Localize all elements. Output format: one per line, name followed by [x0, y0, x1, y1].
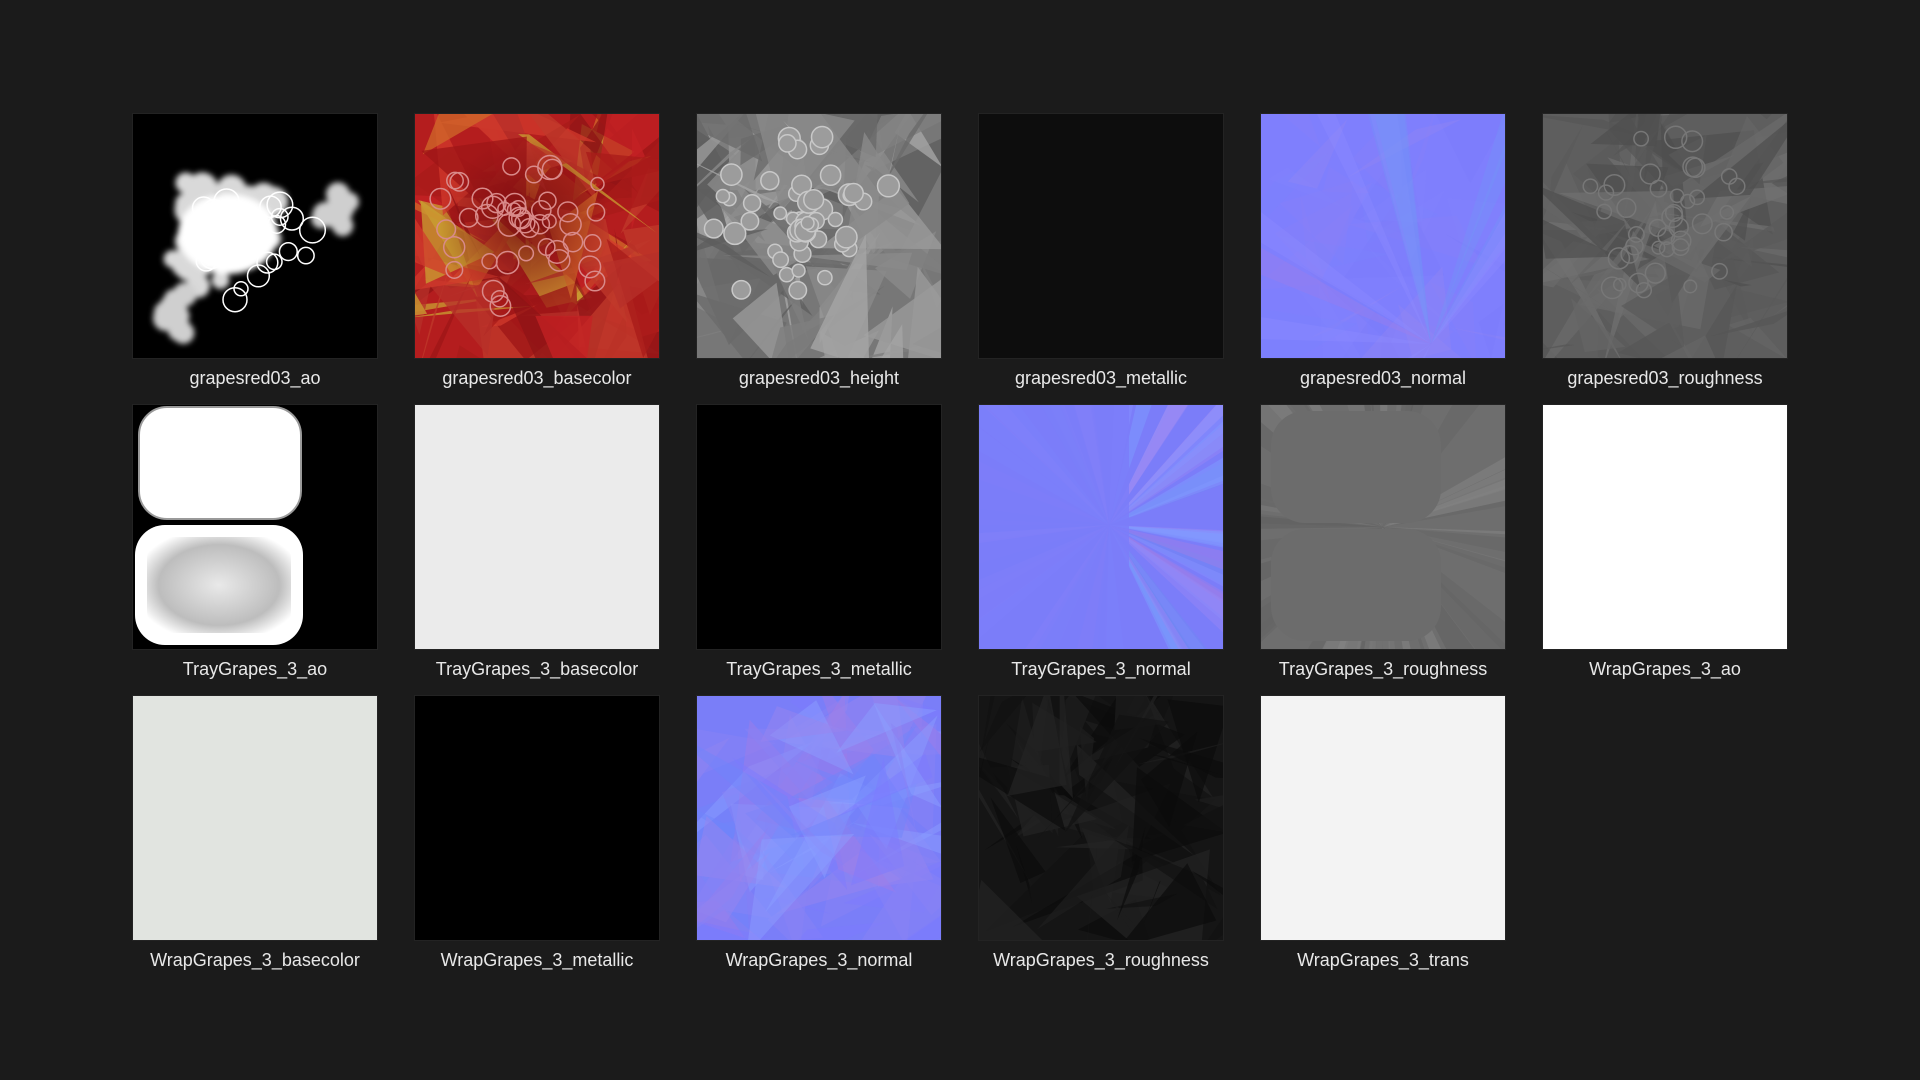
thumbnail-image: [133, 114, 377, 358]
thumbnail-image: [1543, 114, 1787, 358]
texture-thumbnail: [133, 405, 377, 649]
file-name-label: TrayGrapes_3_basecolor: [435, 659, 639, 679]
texture-thumbnail: [1261, 696, 1505, 940]
thumbnail-image: [1261, 114, 1505, 358]
file-name-label: grapesred03_basecolor: [442, 368, 632, 388]
file-tile[interactable]: TrayGrapes_3_ao: [133, 405, 377, 696]
file-tile[interactable]: TrayGrapes_3_normal: [979, 405, 1223, 696]
file-tile[interactable]: grapesred03_height: [697, 114, 941, 405]
thumbnail-image: [133, 696, 377, 940]
thumbnail-image: [979, 405, 1223, 649]
texture-thumbnail: [1261, 405, 1505, 649]
file-name-label: grapesred03_roughness: [1567, 368, 1763, 388]
file-tile[interactable]: WrapGrapes_3_normal: [697, 696, 941, 987]
file-tile[interactable]: WrapGrapes_3_ao: [1543, 405, 1787, 696]
texture-thumbnail: [1543, 114, 1787, 358]
file-tile[interactable]: WrapGrapes_3_metallic: [415, 696, 659, 987]
file-name-label: TrayGrapes_3_ao: [182, 659, 328, 679]
thumbnail-image: [415, 405, 659, 649]
texture-thumbnail: [979, 405, 1223, 649]
file-name-label: WrapGrapes_3_ao: [1589, 659, 1741, 679]
file-name-label: WrapGrapes_3_trans: [1297, 950, 1469, 970]
texture-thumbnail: [979, 114, 1223, 358]
thumbnail-image: [415, 114, 659, 358]
file-tile[interactable]: WrapGrapes_3_roughness: [979, 696, 1223, 987]
texture-thumbnail: [415, 696, 659, 940]
texture-thumbnail: [1543, 405, 1787, 649]
texture-thumbnail: [415, 405, 659, 649]
thumbnail-image: [697, 696, 941, 940]
texture-thumbnail: [133, 114, 377, 358]
thumbnail-image: [1261, 405, 1505, 649]
thumbnail-grid: grapesred03_ao grapesred03_basecolor gra…: [133, 114, 1788, 987]
file-tile[interactable]: grapesred03_normal: [1261, 114, 1505, 405]
file-tile[interactable]: TrayGrapes_3_roughness: [1261, 405, 1505, 696]
file-tile[interactable]: grapesred03_ao: [133, 114, 377, 405]
file-tile[interactable]: grapesred03_basecolor: [415, 114, 659, 405]
thumbnail-image: [697, 114, 941, 358]
file-tile[interactable]: grapesred03_roughness: [1543, 114, 1787, 405]
thumbnail-image: [979, 114, 1223, 358]
file-tile[interactable]: WrapGrapes_3_basecolor: [133, 696, 377, 987]
thumbnail-image: [1261, 696, 1505, 940]
thumbnail-image: [415, 696, 659, 940]
thumbnail-image: [697, 405, 941, 649]
thumbnail-image: [1543, 405, 1787, 649]
file-tile[interactable]: grapesred03_metallic: [979, 114, 1223, 405]
texture-thumbnail: [697, 696, 941, 940]
file-tile[interactable]: WrapGrapes_3_trans: [1261, 696, 1505, 987]
file-name-label: TrayGrapes_3_normal: [1011, 659, 1191, 679]
texture-thumbnail: [697, 114, 941, 358]
file-name-label: TrayGrapes_3_roughness: [1278, 659, 1488, 679]
file-name-label: grapesred03_height: [738, 368, 900, 388]
texture-thumbnail: [133, 696, 377, 940]
thumbnail-image: [979, 696, 1223, 940]
file-name-label: grapesred03_normal: [1299, 368, 1467, 388]
texture-thumbnail: [415, 114, 659, 358]
file-name-label: TrayGrapes_3_metallic: [726, 659, 912, 679]
file-name-label: WrapGrapes_3_metallic: [440, 950, 634, 970]
file-tile[interactable]: TrayGrapes_3_metallic: [697, 405, 941, 696]
texture-thumbnail: [1261, 114, 1505, 358]
file-name-label: WrapGrapes_3_normal: [725, 950, 913, 970]
file-name-label: grapesred03_metallic: [1014, 368, 1188, 388]
file-tile[interactable]: TrayGrapes_3_basecolor: [415, 405, 659, 696]
texture-thumbnail: [697, 405, 941, 649]
texture-thumbnail: [979, 696, 1223, 940]
file-name-label: WrapGrapes_3_basecolor: [150, 950, 360, 970]
file-name-label: grapesred03_ao: [189, 368, 321, 388]
thumbnail-image: [133, 405, 377, 649]
file-name-label: WrapGrapes_3_roughness: [993, 950, 1209, 970]
